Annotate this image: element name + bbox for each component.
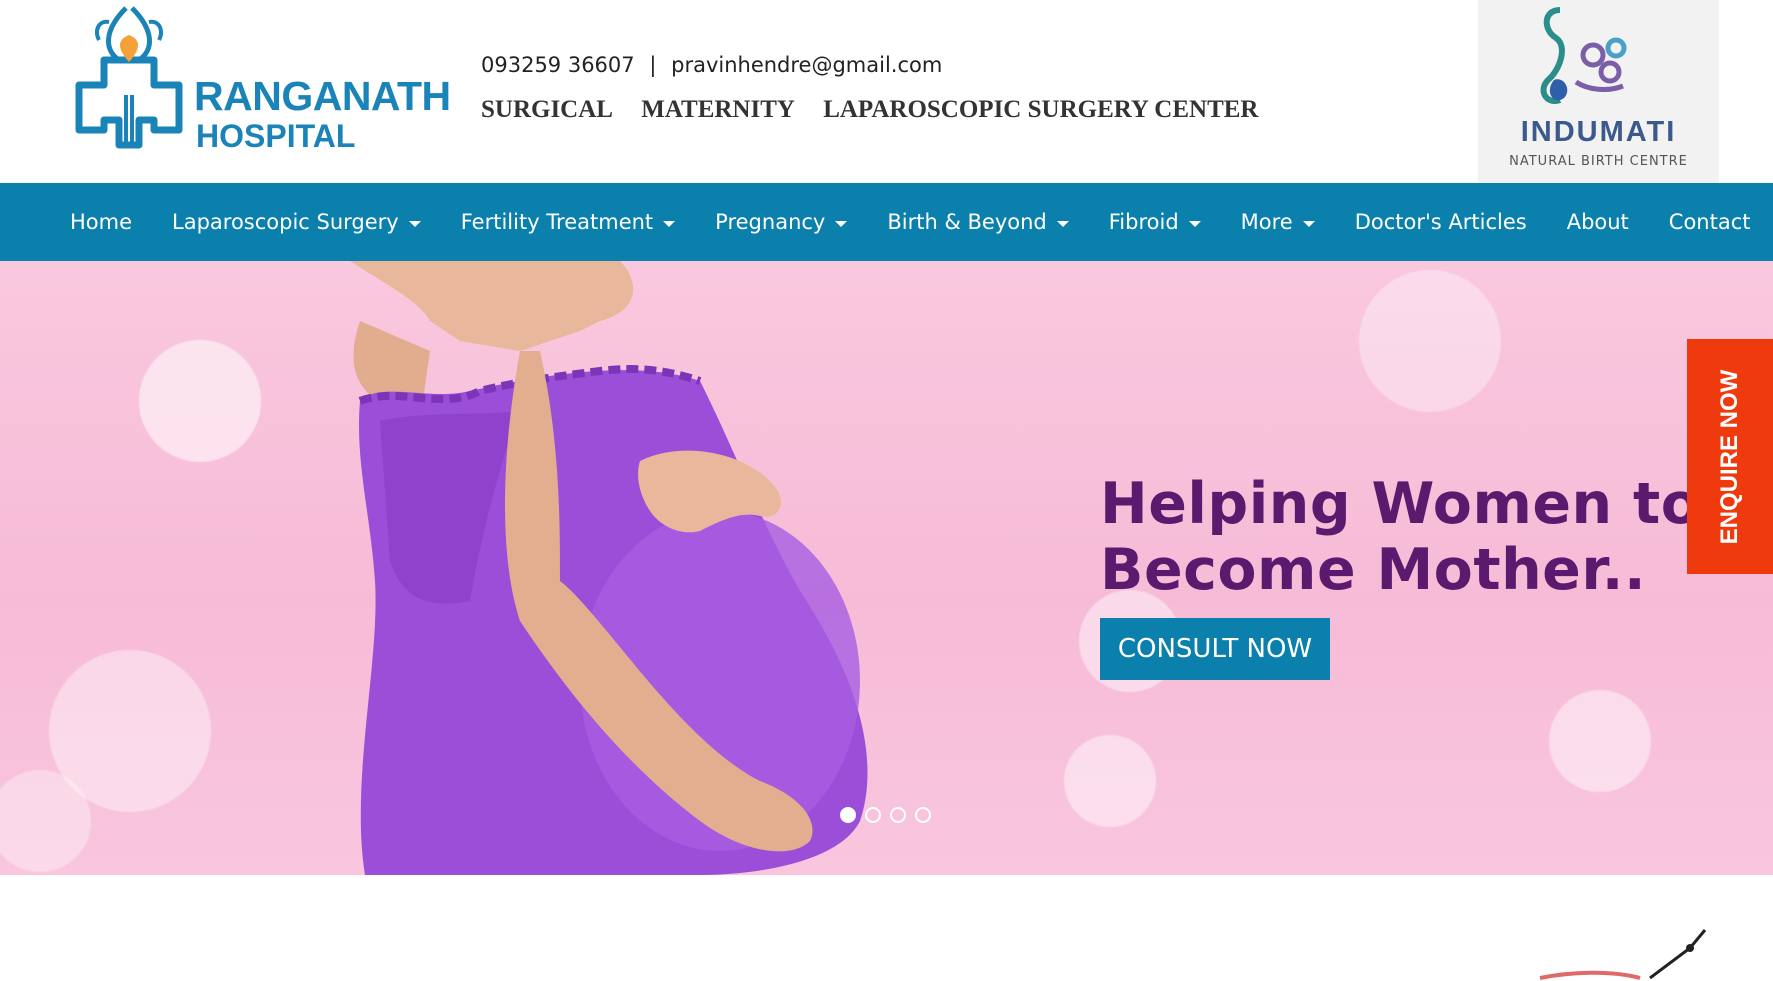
logo-subname: HOSPITAL xyxy=(196,118,356,154)
peacock-icon xyxy=(1540,7,1627,104)
email-link[interactable]: pravinhendre@gmail.com xyxy=(671,53,942,77)
nav-item-pregnancy[interactable]: Pregnancy xyxy=(699,210,863,234)
logo-name: RANGANATH xyxy=(194,73,451,119)
caret-down-icon xyxy=(1302,220,1315,227)
phone-number[interactable]: 093259 36607 xyxy=(481,53,635,77)
services-list: SURGICAL MATERNITY LAPAROSCOPIC SURGERY … xyxy=(481,96,1280,124)
partner-logo[interactable]: INDUMATI NATURAL BIRTH CENTRE xyxy=(1478,0,1719,183)
nav-label: About xyxy=(1566,210,1629,234)
hospital-logo[interactable]: RANGANATH HOSPITAL xyxy=(64,0,451,170)
nav-item-doctors-articles[interactable]: Doctor's Articles xyxy=(1339,210,1543,234)
slide-dot-2[interactable] xyxy=(865,807,881,823)
caret-down-icon xyxy=(408,220,421,227)
slide-dot-4[interactable] xyxy=(915,807,931,823)
caret-down-icon xyxy=(1188,220,1201,227)
nav-label: Pregnancy xyxy=(715,210,826,234)
contact-separator: | xyxy=(649,53,657,77)
hero-headline-line2: Become Mother.. xyxy=(1100,537,1647,603)
nav-label: Contact xyxy=(1668,210,1751,234)
contact-info: 093259 36607 | pravinhendre@gmail.com xyxy=(481,53,942,77)
pregnant-woman-image xyxy=(350,261,868,875)
slider-pagination xyxy=(840,807,940,823)
enquire-now-label: ENQUIRE NOW xyxy=(1716,369,1743,544)
nav-item-more[interactable]: More xyxy=(1225,210,1331,234)
service-surgical: SURGICAL xyxy=(481,96,613,123)
caret-down-icon xyxy=(1056,220,1069,227)
nav-label: Doctor's Articles xyxy=(1354,210,1527,234)
nav-item-fibroid[interactable]: Fibroid xyxy=(1093,210,1217,234)
caret-down-icon xyxy=(663,220,676,227)
hospital-logo-icon xyxy=(75,6,183,149)
nav-label: Birth & Beyond xyxy=(887,210,1047,234)
partner-subtitle: NATURAL BIRTH CENTRE xyxy=(1509,154,1688,169)
nav-label: Fertility Treatment xyxy=(460,210,654,234)
enquire-now-tab[interactable]: ENQUIRE NOW xyxy=(1687,339,1773,574)
nav-label: Home xyxy=(70,210,133,234)
service-laparoscopic: LAPAROSCOPIC SURGERY CENTER xyxy=(823,96,1259,123)
nav-item-fertility-treatment[interactable]: Fertility Treatment xyxy=(445,210,691,234)
hero-headline-line1: Helping Women to xyxy=(1100,471,1701,537)
nav-item-birth-beyond[interactable]: Birth & Beyond xyxy=(871,210,1084,234)
nav-item-about[interactable]: About xyxy=(1551,210,1645,234)
consult-now-button[interactable]: CONSULT NOW xyxy=(1100,618,1330,680)
nav-label: Laparoscopic Surgery xyxy=(172,210,399,234)
nav-item-home[interactable]: Home xyxy=(54,210,148,234)
partner-name: INDUMATI xyxy=(1520,116,1677,148)
slide-dot-1[interactable] xyxy=(840,807,856,823)
slide-dot-3[interactable] xyxy=(890,807,906,823)
nav-item-contact[interactable]: Contact xyxy=(1653,210,1767,234)
main-navigation: Home Laparoscopic Surgery Fertility Trea… xyxy=(0,183,1773,261)
hero-slider: Helping Women to Become Mother.. CONSULT… xyxy=(0,261,1773,875)
nav-item-laparoscopic-surgery[interactable]: Laparoscopic Surgery xyxy=(156,210,437,234)
instrument-icon xyxy=(1539,929,1707,980)
site-header: RANGANATH HOSPITAL 093259 36607 | pravin… xyxy=(0,0,1773,183)
caret-down-icon xyxy=(835,220,848,227)
nav-label: Fibroid xyxy=(1108,210,1179,234)
hero-headline: Helping Women to Become Mother.. xyxy=(1100,471,1700,603)
nav-label: More xyxy=(1240,210,1293,234)
service-maternity: MATERNITY xyxy=(641,96,795,123)
